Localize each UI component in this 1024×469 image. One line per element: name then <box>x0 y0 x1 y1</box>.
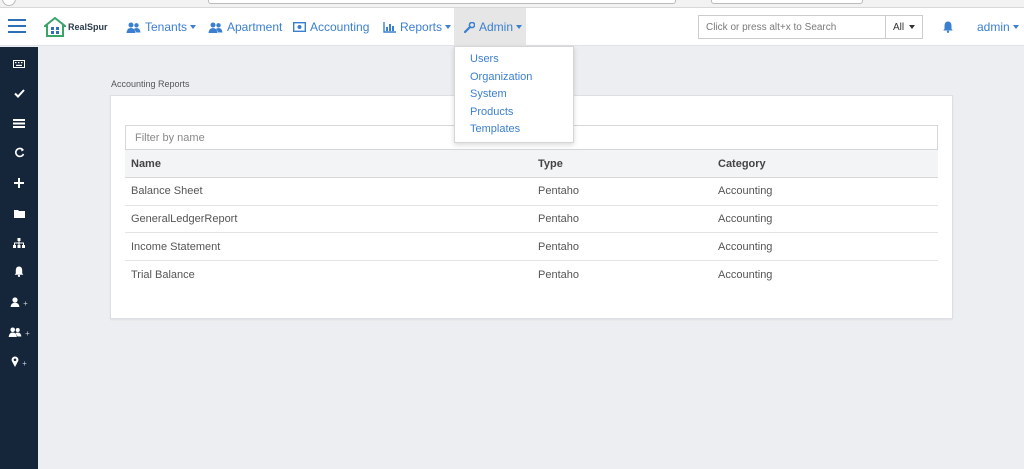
sidebar-item-check[interactable] <box>0 84 38 104</box>
admin-menu-system[interactable]: System <box>455 88 573 106</box>
wrench-icon <box>464 21 475 33</box>
nav-admin-label: Admin <box>479 20 514 34</box>
bell-icon <box>14 266 24 280</box>
chevron-down-icon <box>516 25 523 29</box>
admin-dropdown-menu: Users Organization System Products Templ… <box>454 46 574 143</box>
sidebar-item-add[interactable] <box>0 174 38 194</box>
sidebar-item-user[interactable]: + <box>0 293 38 313</box>
left-sidebar: + + + <box>0 47 38 469</box>
admin-menu-templates[interactable]: Templates <box>455 123 573 141</box>
report-type: Pentaho <box>538 185 579 198</box>
admin-menu-products[interactable]: Products <box>455 106 573 124</box>
check-icon <box>13 87 25 101</box>
report-category: Accounting <box>718 268 773 281</box>
browser-search-bar[interactable] <box>711 0 863 4</box>
sidebar-plus-marker: + <box>25 328 30 338</box>
user-menu-label: admin <box>977 20 1010 34</box>
browser-chrome <box>0 0 1024 8</box>
admin-menu-organization[interactable]: Organization <box>455 71 573 89</box>
map-marker-icon <box>11 356 19 370</box>
report-name[interactable]: Trial Balance <box>131 261 195 289</box>
admin-menu-users[interactable]: Users <box>455 53 573 71</box>
sidebar-item-keyboard[interactable] <box>0 54 38 74</box>
users-icon <box>126 22 141 33</box>
report-name[interactable]: GeneralLedgerReport <box>131 206 237 233</box>
sidebar-plus-marker: + <box>22 358 27 368</box>
user-icon <box>10 296 20 310</box>
sidebar-item-sitemap[interactable] <box>0 234 38 254</box>
nav-tenants-label: Tenants <box>145 20 188 34</box>
chevron-down-icon <box>909 25 916 29</box>
users-icon <box>8 326 22 340</box>
report-type: Pentaho <box>538 240 579 253</box>
reports-table: Name Type Category Balance Sheet Pentaho… <box>125 150 938 289</box>
chevron-down-icon <box>190 25 197 29</box>
logo-mark-icon <box>44 17 66 37</box>
column-header-name[interactable]: Name <box>131 150 161 177</box>
page-title: Accounting Reports <box>111 79 190 89</box>
sidebar-item-alerts[interactable] <box>0 263 38 283</box>
report-name[interactable]: Income Statement <box>131 233 220 260</box>
nav-apartment-label: Apartment <box>227 20 283 34</box>
nav-reports[interactable]: Reports <box>383 8 452 46</box>
table-header: Name Type Category <box>125 150 938 178</box>
report-category: Accounting <box>718 213 773 226</box>
sidebar-item-refresh[interactable] <box>0 144 38 164</box>
table-row[interactable]: Trial Balance Pentaho Accounting <box>125 261 938 289</box>
chevron-down-icon <box>1012 25 1019 29</box>
nav-accounting[interactable]: Accounting <box>293 8 369 46</box>
browser-button[interactable] <box>2 0 16 6</box>
list-icon <box>13 117 25 131</box>
chevron-down-icon <box>445 25 452 29</box>
logo-text: RealSpur <box>68 22 108 32</box>
column-header-type[interactable]: Type <box>538 150 563 177</box>
nav-tenants[interactable]: Tenants <box>126 8 197 46</box>
sidebar-item-group[interactable]: + <box>0 323 38 343</box>
sidebar-item-list[interactable] <box>0 114 38 134</box>
sidebar-plus-marker: + <box>23 298 28 308</box>
keyboard-icon <box>13 57 25 71</box>
refresh-icon <box>14 147 25 161</box>
nav-apartment[interactable]: Apartment <box>208 8 282 46</box>
search-scope-select[interactable]: All <box>885 15 923 39</box>
search-scope-value: All <box>893 21 905 33</box>
bar-chart-icon <box>383 21 396 33</box>
report-type: Pentaho <box>538 213 579 226</box>
money-icon <box>293 22 306 32</box>
bell-icon[interactable] <box>943 21 953 36</box>
sitemap-icon <box>13 237 25 251</box>
browser-address-bar[interactable] <box>208 0 676 4</box>
sidebar-item-location[interactable]: + <box>0 353 38 373</box>
table-row[interactable]: Income Statement Pentaho Accounting <box>125 233 938 262</box>
nav-reports-label: Reports <box>400 20 443 34</box>
user-menu[interactable]: admin <box>977 8 1019 46</box>
hamburger-menu-icon[interactable] <box>8 19 26 33</box>
nav-accounting-label: Accounting <box>310 20 370 34</box>
global-search-input[interactable] <box>698 15 885 39</box>
report-category: Accounting <box>718 185 773 198</box>
column-header-category[interactable]: Category <box>718 150 766 177</box>
nav-admin[interactable]: Admin <box>454 8 526 46</box>
report-name[interactable]: Balance Sheet <box>131 178 203 205</box>
top-navbar: RealSpur Tenants Apartment Accounting Re… <box>0 8 1024 46</box>
table-row[interactable]: Balance Sheet Pentaho Accounting <box>125 178 938 206</box>
table-row[interactable]: GeneralLedgerReport Pentaho Accounting <box>125 206 938 234</box>
app-logo[interactable]: RealSpur <box>44 16 108 38</box>
report-type: Pentaho <box>538 268 579 281</box>
folder-icon <box>13 207 25 221</box>
report-category: Accounting <box>718 240 773 253</box>
plus-icon <box>14 177 24 191</box>
sidebar-item-folder[interactable] <box>0 204 38 224</box>
users-icon <box>208 22 223 33</box>
